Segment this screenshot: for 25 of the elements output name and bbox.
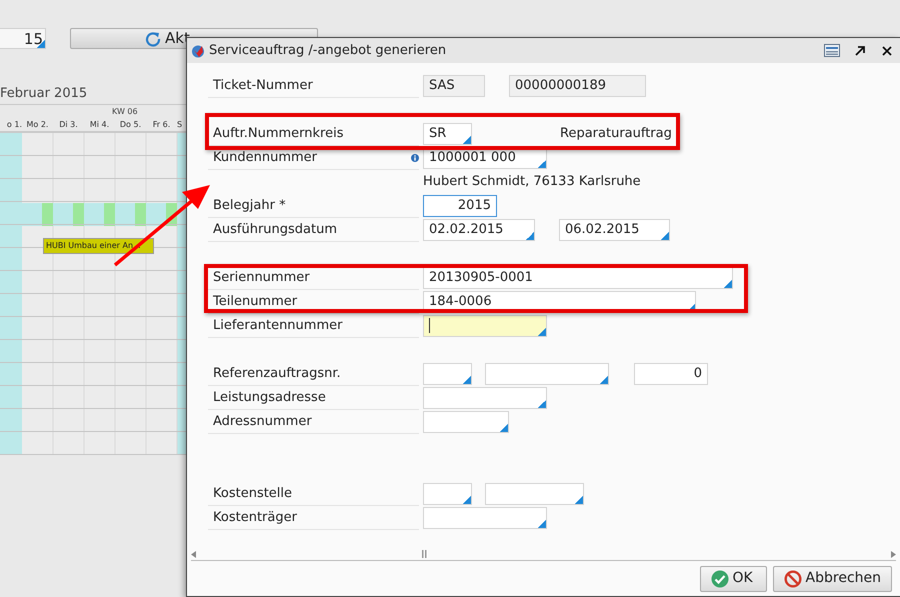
field-label: Kostenträger — [213, 508, 297, 527]
field-label: Belegjahr * — [213, 196, 286, 215]
day-header: Mi 4. — [88, 119, 110, 131]
week-label: KW 06 — [112, 107, 138, 116]
field-note: Hubert Schmidt, 76133 Karlsruhe — [423, 173, 641, 192]
dialog-title: Serviceauftrag /-angebot generieren — [209, 42, 448, 60]
day-header: Do 5. — [118, 119, 142, 131]
field-label: Kostenstelle — [213, 484, 292, 503]
field-label: Referenzauftragsnr. — [213, 364, 341, 383]
field-label: Leistungsadresse — [213, 388, 326, 407]
field-label: Auftr.Nummernkreis — [213, 124, 344, 143]
field-label: Adressnummer — [213, 412, 312, 431]
month-label: Februar 2015 — [0, 86, 88, 103]
field-label: Ausführungsdatum — [213, 220, 338, 239]
field-note: Reparaturauftrag — [560, 125, 672, 144]
field-label: Kundennummer — [213, 148, 317, 167]
field-label: Seriennummer — [213, 268, 310, 287]
field-label: Teilenummer — [213, 292, 298, 311]
day-header: o 1. — [6, 119, 22, 131]
day-header: Mo 2. — [26, 119, 50, 131]
day-header: Di 3. — [58, 119, 79, 131]
day-header: Fr 6. — [152, 119, 172, 131]
field-label: Lieferantennummer — [213, 316, 342, 335]
day-header: S — [177, 119, 184, 131]
field-label: Ticket-Nummer — [213, 76, 313, 95]
